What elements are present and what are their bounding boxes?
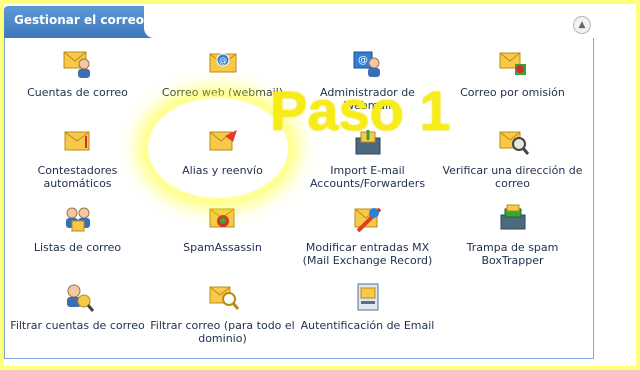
autoresponder-icon [64, 131, 89, 151]
panel-title: Gestionar el correo [14, 13, 144, 27]
item-filtrar-cuentas[interactable]: Filtrar cuentas de correo [5, 281, 150, 332]
item-verificar-direccion[interactable]: Verificar una dirección de correo [440, 126, 585, 190]
mailing-list-icon [65, 207, 90, 232]
item-label: Filtrar correo (para todo el dominio) [150, 319, 295, 345]
item-label: Listas de correo [33, 241, 122, 254]
boxtrapper-icon [500, 204, 525, 230]
item-label: Cuentas de correo [27, 86, 128, 99]
verify-address-icon [499, 131, 529, 155]
spamassassin-icon [209, 208, 234, 228]
collapse-icon[interactable]: ▲ [573, 16, 591, 34]
item-label: SpamAssassin [183, 241, 262, 254]
item-label: Correo por omisión [460, 86, 565, 99]
item-modificar-mx[interactable]: Modificar entradas MX (Mail Exchange Rec… [295, 203, 440, 267]
webmail-icon: @ [209, 53, 236, 73]
email-auth-icon [357, 283, 378, 311]
item-label: Contestadores automáticos [37, 164, 118, 190]
account-filter-icon [66, 284, 94, 312]
step-label: Paso 1 [270, 79, 451, 142]
default-mail-icon [499, 52, 526, 75]
item-boxtrapper[interactable]: Trampa de spam BoxTrapper [440, 203, 585, 267]
item-contestadores[interactable]: Contestadores automáticos [5, 126, 150, 190]
item-listas-correo[interactable]: Listas de correo [5, 203, 150, 254]
svg-text:@: @ [219, 56, 227, 65]
mail-user-icon [63, 51, 90, 78]
item-label: Verificar una dirección de correo [442, 164, 583, 190]
mx-entry-icon [354, 207, 381, 233]
item-autentificacion[interactable]: Autentificación de Email [295, 281, 440, 332]
domain-filter-icon [209, 286, 239, 310]
item-label: Autentificación de Email [300, 319, 435, 332]
svg-text:@: @ [358, 55, 368, 66]
panel-header: Gestionar el correo ▲ [4, 6, 596, 38]
item-cuentas-correo[interactable]: Cuentas de correo [5, 48, 150, 99]
item-label: Filtrar cuentas de correo [10, 319, 145, 332]
item-spamassassin[interactable]: SpamAssassin [150, 203, 295, 254]
item-correo-omision[interactable]: Correo por omisión [440, 48, 585, 99]
item-label: Trampa de spam BoxTrapper [466, 241, 559, 267]
item-label: Import E-mail Accounts/Forwarders [309, 164, 426, 190]
webmail-admin-icon: @ [353, 51, 380, 77]
item-filtrar-dominio[interactable]: Filtrar correo (para todo el dominio) [150, 281, 295, 345]
item-label: Modificar entradas MX (Mail Exchange Rec… [302, 241, 433, 267]
panel-header-notch [144, 6, 596, 38]
